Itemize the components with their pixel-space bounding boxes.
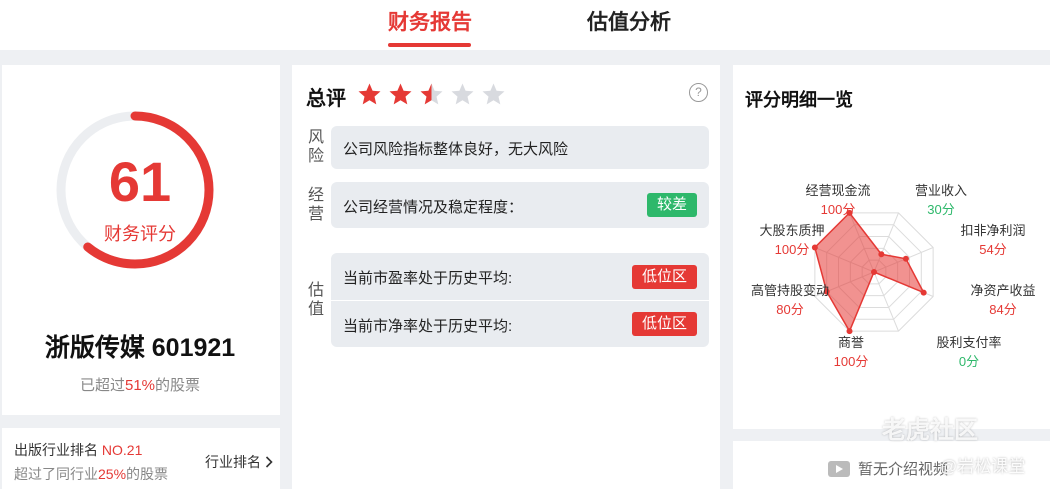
radar-score: 80分 [776,302,803,317]
industry-surpass-suffix: 的股票 [126,466,169,482]
surpass-suffix: 的股票 [155,377,201,394]
financial-score-value: 61 [108,150,172,213]
industry-surpass-percent: 25% [98,466,127,482]
watermark-main: 老虎社区 [882,417,978,444]
radar-label: 大股东质押 [759,223,824,238]
radar-point [920,289,927,296]
industry-rank-line: 出版行业排名 NO.21 [14,440,142,460]
radar-label: 高管持股变动 [751,283,829,298]
star-icon-empty [451,83,474,105]
radar-label: 净资产收益 [970,283,1035,298]
watermark-sub: @岩松课堂 [940,457,1026,476]
operation-pill: 公司经营情况及稳定程度： 较差 [331,182,709,228]
industry-rank-link-label: 行业排名 [205,454,261,470]
star-icon-empty [482,83,505,105]
industry-rank-link[interactable]: 行业排名 [205,452,273,472]
radar-label: 商誉 [838,335,864,350]
star-icon-full [389,83,412,105]
pe-text: 当前市盈率处于历史平均: [343,270,513,287]
radar-score: 30分 [927,202,954,217]
valuation-pill: 当前市盈率处于历史平均: 低位区 当前市净率处于历史平均: 低位区 [331,253,709,347]
detail-title: 评分明细一览 [745,90,853,110]
radar-score: 100分 [821,202,856,217]
score-radar-chart: 营业收入30分扣非净利润54分净资产收益84分股利支付率0分商誉100分高管持股… [751,183,1036,369]
radar-point [846,328,853,335]
valuation-label: 估值 [307,282,324,318]
question-circle-icon[interactable]: ? [689,83,708,102]
pe-badge: 低位区 [631,265,697,289]
pb-text: 当前市净率处于历史平均: [343,318,513,335]
surpass-prefix: 已超过 [79,377,125,394]
industry-rank-number: NO.21 [101,442,143,458]
operation-label: 经营 [307,187,324,223]
no-video-notice: 暂无介绍视频 [828,458,948,479]
chevron-right-icon [265,456,273,468]
overall-title: 总评 [306,88,346,110]
radar-score: 100分 [834,354,869,369]
operation-text: 公司经营情况及稳定程度： [343,199,524,216]
tab-valuation-analysis[interactable]: 估值分析 [587,6,671,36]
company-name: 浙版传媒 601921 [44,334,236,362]
no-video-text: 暂无介绍视频 [858,461,949,478]
radar-point [811,244,818,251]
star-rating [357,82,506,107]
radar-score: 84分 [989,302,1016,317]
industry-surpass-line: 超过了同行业25%的股票 [14,464,168,484]
risk-label: 风险 [307,129,324,165]
radar-score: 100分 [775,242,810,257]
risk-text: 公司风险指标整体良好，无大风险 [343,141,569,158]
radar-score: 54分 [979,242,1006,257]
star-icon-half [420,83,443,105]
play-icon [828,460,850,477]
risk-pill: 公司风险指标整体良好，无大风险 [331,126,709,169]
valuation-divider [331,300,709,301]
pb-badge: 低位区 [631,312,697,336]
surpass-percent: 51% [124,377,156,394]
radar-label: 经营现金流 [805,183,870,198]
radar-label: 扣非净利润 [960,223,1025,238]
radar-point [871,269,877,275]
star-icon-full [358,83,381,105]
operation-badge: 较差 [646,193,697,217]
financial-score-label: 财务评分 [104,224,176,244]
active-tab-underline [388,43,471,47]
industry-surpass-prefix: 超过了同行业 [14,466,98,482]
radar-point [878,251,885,258]
radar-label: 股利支付率 [936,335,1001,350]
radar-point [902,255,909,262]
tab-bar: 财务报告 估值分析 [0,0,1050,50]
surpass-text: 已超过51%的股票 [0,374,280,395]
industry-rank-prefix: 出版行业排名 [14,442,102,458]
radar-label: 营业收入 [915,183,967,198]
tab-financial-report[interactable]: 财务报告 [388,6,472,36]
radar-score: 0分 [959,354,979,369]
